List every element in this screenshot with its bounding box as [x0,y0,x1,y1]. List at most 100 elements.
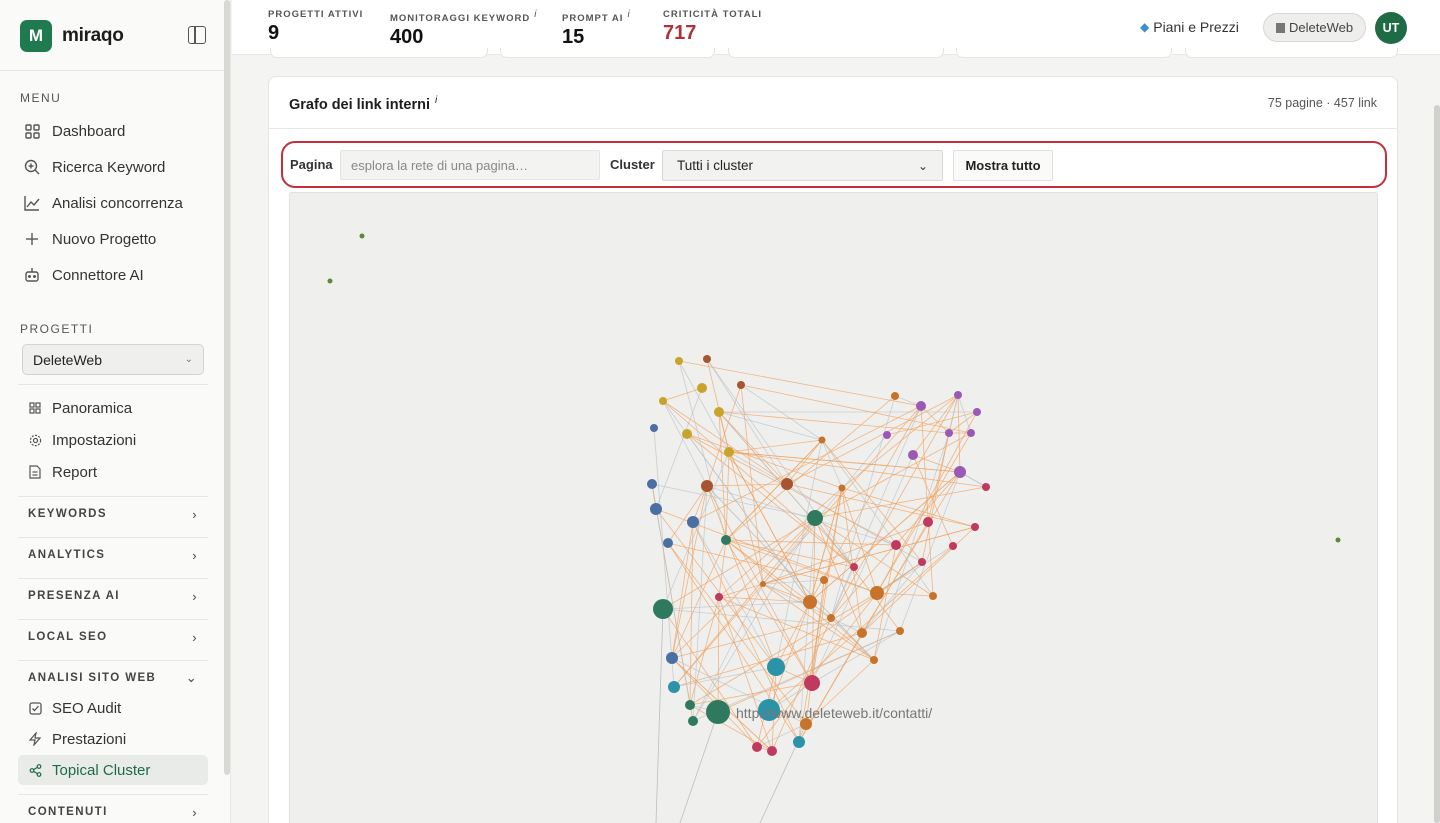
graph-node[interactable] [703,355,711,363]
graph-node[interactable] [685,700,695,710]
graph-node[interactable] [663,538,673,548]
graph-node[interactable] [896,627,904,635]
sidebar-item-panoramica[interactable]: Panoramica [18,394,208,422]
project-pill[interactable]: DeleteWeb [1263,13,1367,42]
graph-node[interactable] [666,652,678,664]
chevron-right-icon: › [192,588,198,604]
graph-node[interactable] [767,746,777,756]
graph-node[interactable] [781,478,793,490]
menu-item-ricerca-keyword[interactable]: Ricerca Keyword [18,152,208,182]
graph-node[interactable] [675,357,683,365]
graph-node[interactable] [682,429,692,439]
avatar[interactable]: UT [1375,12,1407,44]
graph-node[interactable] [697,383,707,393]
card-stub [956,48,1172,58]
plans-link[interactable]: ◆ Piani e Prezzi [1140,19,1239,35]
graph-node[interactable] [687,516,699,528]
graph-node[interactable] [954,391,962,399]
graph-node[interactable] [327,278,333,284]
sidebar-item-prestazioni[interactable]: Prestazioni [18,725,208,753]
link-graph-svg[interactable]: http://www.deleteweb.it/contatti/ [290,193,1378,823]
graph-node[interactable] [908,450,918,460]
info-icon[interactable]: i [627,9,630,20]
show-all-button[interactable]: Mostra tutto [953,150,1053,181]
group-local-seo[interactable]: LOCAL SEO › [18,622,208,652]
graph-node[interactable] [967,429,975,437]
graph-node[interactable] [820,576,828,584]
graph-node[interactable] [803,595,817,609]
sidebar-scrollbar[interactable] [224,0,230,775]
group-presenza-ai[interactable]: PRESENZA AI › [18,581,208,611]
menu-item-dashboard[interactable]: Dashboard [18,116,208,146]
internal-links-graph-card: Grafo dei link interni i 75 pagine · 457 … [268,76,1398,823]
graph-node[interactable] [818,436,826,444]
sidebar-toggle-icon[interactable] [188,26,206,44]
graph-node[interactable] [767,658,785,676]
graph-node[interactable] [857,628,867,638]
graph-node[interactable] [701,480,713,492]
graph-node[interactable] [838,484,846,492]
graph-node[interactable] [650,503,662,515]
group-analisi-sito-web[interactable]: ANALISI SITO WEB ⌄ [18,663,208,693]
graph-node[interactable] [715,593,723,601]
info-icon[interactable]: i [435,95,437,106]
graph-node[interactable] [891,540,901,550]
graph-node[interactable] [954,466,966,478]
group-keywords[interactable]: KEYWORDS › [18,499,208,529]
graph-node[interactable] [793,736,805,748]
graph-node[interactable] [737,381,745,389]
graph-node[interactable] [918,558,926,566]
graph-node[interactable] [807,510,823,526]
graph-node[interactable] [883,431,891,439]
menu-item-analisi-concorrenza[interactable]: Analisi concorrenza [18,188,208,218]
sidebar-item-impostazioni[interactable]: Impostazioni [18,426,208,454]
project-pill-label: DeleteWeb [1289,20,1354,35]
graph-node[interactable] [1335,537,1341,543]
graph-node[interactable] [714,407,724,417]
menu-item-connettore-ai[interactable]: Connettore AI [18,260,208,290]
graph-node[interactable] [752,742,762,752]
sidebar-item-topical-cluster[interactable]: Topical Cluster [18,755,208,785]
graph-node[interactable] [650,424,658,432]
graph-node[interactable] [916,401,926,411]
graph-node[interactable] [929,592,937,600]
graph-node[interactable] [804,675,820,691]
graph-node[interactable] [760,581,766,587]
graph-node[interactable] [359,233,365,239]
graph-node[interactable] [827,614,835,622]
graph-node[interactable] [721,535,731,545]
graph-node[interactable] [659,397,667,405]
graph-node[interactable] [982,483,990,491]
graph-node[interactable] [688,716,698,726]
graph-node[interactable] [870,586,884,600]
sidebar-item-report[interactable]: Report [18,458,208,486]
graph-node[interactable] [850,563,858,571]
graph-edge [861,526,976,634]
graph-node[interactable] [923,517,933,527]
main-scrollbar[interactable] [1434,105,1440,823]
graph-node[interactable] [945,429,953,437]
graph-node[interactable] [706,700,730,724]
graph-node[interactable] [724,447,734,457]
page-search-input[interactable]: esplora la rete di una pagina… [340,150,600,180]
graph-node[interactable] [891,392,899,400]
group-contenuti[interactable]: CONTENUTI › [18,797,208,823]
cluster-select[interactable]: Tutti i cluster ⌄ [662,150,943,181]
info-icon[interactable]: i [534,9,537,20]
graph-node[interactable] [973,408,981,416]
graph-node[interactable] [971,523,979,531]
menu-item-label: Analisi concorrenza [52,194,183,212]
plans-label: Piani e Prezzi [1153,19,1239,35]
diamond-icon: ◆ [1140,20,1150,34]
graph-node[interactable] [653,599,673,619]
sidebar-item-seo-audit[interactable]: SEO Audit [18,694,208,722]
group-analytics[interactable]: ANALYTICS › [18,540,208,570]
brand[interactable]: M miraqo [20,20,124,52]
menu-item-nuovo-progetto[interactable]: Nuovo Progetto [18,224,208,254]
graph-node[interactable] [870,656,878,664]
graph-node[interactable] [668,681,680,693]
graph-node[interactable] [949,542,957,550]
link-graph-canvas[interactable]: http://www.deleteweb.it/contatti/ [289,192,1378,823]
project-select[interactable]: DeleteWeb ⌄ [22,344,204,375]
graph-node[interactable] [647,479,657,489]
